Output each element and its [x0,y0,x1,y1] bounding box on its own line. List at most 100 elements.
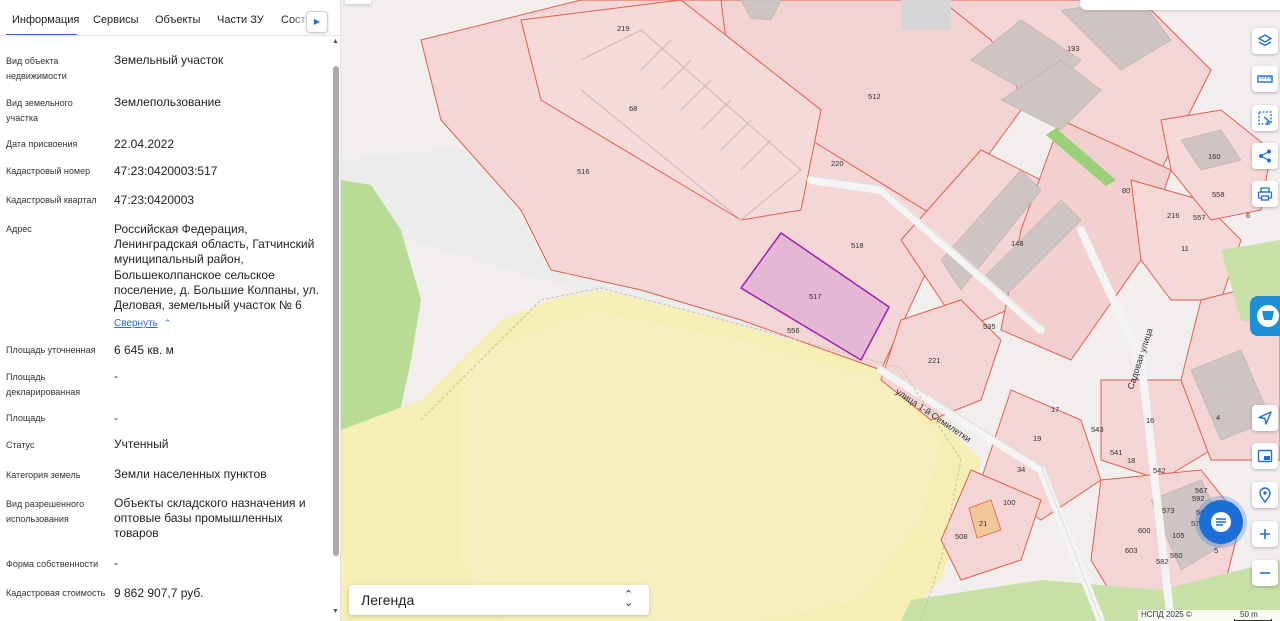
chat-icon [1211,512,1231,532]
label-cadastral-number: Кадастровый номер [6,166,91,176]
ruler-icon [1257,75,1273,83]
geolocation-button[interactable] [1252,405,1278,431]
assistant-button[interactable] [1250,296,1280,336]
copyright-text: НСПД 2025 © [1141,610,1192,619]
value-cadastral-quarter[interactable]: 47:23:0420003 [114,193,319,208]
tab-land-parts[interactable]: Части ЗУ [217,0,264,35]
chevron-up-icon: ⌃ [163,318,172,328]
label-area: Площадь [6,413,46,423]
plot-label-19: 19 [1033,434,1041,443]
plot-label-560: 560 [1170,551,1183,560]
plot-label-193: 193 [1067,44,1080,53]
print-button[interactable] [1252,181,1278,207]
value-cadastral-value: 9 862 907,7 руб. [114,586,204,600]
plot-label-535: 535 [983,322,996,331]
plot-label-600: 600 [1138,526,1151,535]
layers-button[interactable] [1252,28,1278,54]
value-cadastral-number[interactable]: 47:23:0420003:517 [114,164,319,179]
tab-services[interactable]: Сервисы [93,0,139,35]
plot-label-603: 603 [1125,546,1138,555]
value-area-declared: - [114,369,118,383]
value-address: Российская Федерация, Ленинградская обла… [114,222,319,313]
plot-label-21: 21 [979,519,987,528]
zoom-in-button[interactable] [1252,521,1278,547]
plot-label-221: 221 [928,356,941,365]
info-list: Вид объекта недвижимости Земельный участ… [0,36,330,621]
plot-label-541: 541 [1110,448,1123,457]
plot-label-6: 6 [1246,211,1250,220]
legend-label: Легенда [361,592,415,608]
label-cadastral-quarter: Кадастровый квартал [6,195,97,205]
map-top-control[interactable] [345,0,371,4]
zoom-out-button[interactable] [1252,560,1278,586]
plot-label-105: 105 [1172,531,1185,540]
value-land-category: Земли населенных пунктов [114,467,267,481]
plot-label-219: 219 [617,24,630,33]
navigation-arrow-icon [1258,411,1272,425]
plot-label-17: 17 [1051,405,1059,414]
minus-icon [1260,572,1270,574]
plot-label-5: 5 [1214,546,1218,555]
map-canvas[interactable]: 219 193 512 68 220 516 518 517 556 148 5… [341,0,1280,621]
collapse-link-label: Свернуть [114,318,158,329]
value-land-type: Землепользование [114,95,221,109]
plot-label-4: 4 [1216,413,1220,422]
plot-label-512: 512 [868,92,881,101]
ruler-button[interactable] [1252,66,1278,92]
chat-button[interactable] [1199,500,1243,544]
plot-label-558: 558 [1212,190,1225,199]
select-area-button[interactable] [1252,105,1278,131]
location-pin-button[interactable] [1252,482,1278,508]
label-land-type: Вид земельного участка [6,98,73,123]
plot-label-517: 517 [809,292,822,301]
plot-label-556: 556 [787,326,800,335]
label-area-declared: Площадь декларированная [6,372,81,397]
tab-objects[interactable]: Объекты [155,0,200,35]
value-ownership: - [114,556,118,570]
value-status: Учтенный [114,437,169,451]
map-search-panel[interactable] [1080,0,1280,10]
plot-label-518: 518 [851,241,864,250]
value-object-type: Земельный участок [114,53,224,67]
chevron-right-icon: ▶ [313,17,321,26]
label-object-type: Вид объекта недвижимости [6,56,67,81]
legend-dropdown[interactable]: Легенда ⌃ ⌄ [349,585,649,615]
plot-label-508: 508 [955,532,968,541]
chevron-updown-icon: ⌃ ⌄ [624,589,634,609]
plot-label-573: 573 [1162,506,1175,515]
layers-icon [1257,34,1273,47]
info-panel: Информация Сервисы Объекты Части ЗУ Сост… [0,0,341,621]
scroll-thumb[interactable] [333,66,339,556]
plot-label-543: 543 [1091,425,1104,434]
plot-label-148: 148 [1011,239,1024,248]
panel-tabs: Информация Сервисы Объекты Части ЗУ Сост… [0,0,340,36]
panel-scrollbar[interactable]: ▲ ▼ [331,36,340,621]
plot-label-18: 18 [1127,456,1135,465]
share-button[interactable] [1252,143,1278,169]
map-pin-icon [1259,487,1271,503]
tab-information[interactable]: Информация [6,0,79,35]
scroll-down-icon[interactable]: ▼ [332,608,339,615]
plot-label-542: 542 [1153,466,1166,475]
plot-label-592: 592 [1192,494,1205,503]
label-land-category: Категория земель [6,470,81,480]
label-ownership: Форма собственности [6,559,99,569]
scroll-up-icon[interactable]: ▲ [332,38,339,45]
print-icon [1257,187,1273,201]
map-attribution: НСПД 2025 © 50 m [1138,610,1280,621]
label-permitted-use: Вид разрешенного использования [6,499,85,524]
minimap-button[interactable] [1252,443,1278,469]
cadastral-map[interactable]: 219 193 512 68 220 516 518 517 556 148 5… [341,0,1280,621]
value-area-refined: 6 645 кв. м [114,343,174,357]
plot-label-216: 216 [1167,211,1180,220]
label-assign-date: Дата присвоения [6,139,78,149]
tabs-scroll-right-button[interactable]: ▶ [306,11,328,33]
plot-label-80: 80 [1122,186,1130,195]
plot-label-220: 220 [831,159,844,168]
plot-label-100: 100 [1003,498,1016,507]
collapse-address-link[interactable]: Свернуть ⌃ [114,318,171,329]
label-status: Статус [6,440,35,450]
plot-label-160: 160 [1208,152,1221,161]
value-permitted-use: Объекты складского назначения и оптовые … [114,496,306,541]
value-assign-date: 22.04.2022 [114,137,175,151]
